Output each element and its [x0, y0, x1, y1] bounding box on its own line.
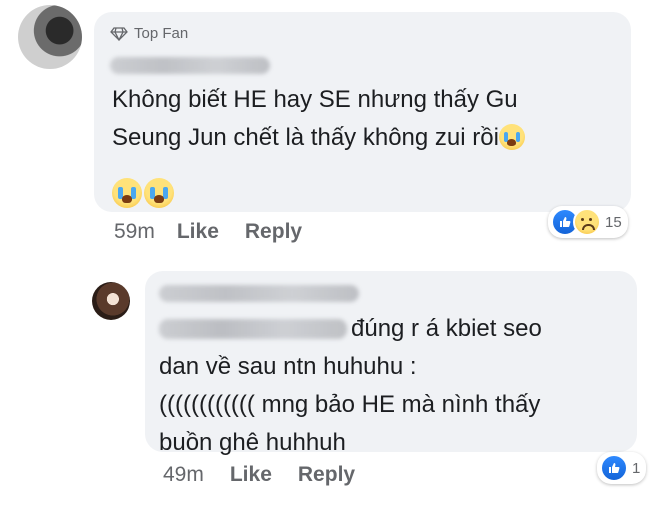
like-button[interactable]: Like [230, 463, 272, 487]
comment-text: Không biết HE hay SE nhưng thấy Gu Seung… [112, 81, 627, 157]
like-button[interactable]: Like [177, 220, 219, 244]
reply-text-line2: dan về sau ntn huhuhu : [159, 353, 417, 380]
replier-avatar[interactable] [92, 282, 130, 320]
reply-text-line4: buồn ghê huhhuh [159, 429, 346, 456]
commenter-avatar[interactable] [18, 5, 82, 69]
badge-label: Top Fan [134, 25, 189, 42]
loudly-crying-face-icon [498, 124, 525, 150]
comment-reactions[interactable]: 15 [548, 206, 628, 238]
loudly-crying-face-icon [144, 178, 174, 208]
reply-bubble: đúng r á kbiet seo dan về sau ntn huhuhu… [145, 271, 637, 456]
comment-text-line2: Seung Jun chết là thấy không zui rồi [112, 124, 499, 151]
reply-text: đúng r á kbiet seo dan về sau ntn huhuhu… [159, 310, 629, 462]
reply-button[interactable]: Reply [298, 463, 355, 487]
emoji-row [112, 178, 174, 208]
reply-reactions[interactable]: 1 [597, 452, 647, 484]
comment-text-line1: Không biết HE hay SE nhưng thấy Gu [112, 86, 518, 113]
comment-timestamp[interactable]: 59m [114, 220, 155, 244]
reaction-count: 1 [632, 459, 641, 477]
diamond-icon [110, 26, 128, 41]
commenter-name-redacted[interactable] [110, 57, 270, 74]
loudly-crying-face-icon [112, 178, 142, 208]
comment-bubble: Top Fan Không biết HE hay SE nhưng thấy … [94, 12, 631, 212]
reaction-count: 15 [605, 213, 622, 231]
reply-meta: 49m Like Reply [163, 463, 355, 487]
reply-button[interactable]: Reply [245, 220, 302, 244]
comment-meta: 59m Like Reply [114, 220, 302, 244]
top-fan-badge: Top Fan [110, 25, 188, 42]
reply-timestamp[interactable]: 49m [163, 463, 204, 487]
like-icon [600, 454, 628, 482]
replier-name-redacted[interactable] [159, 285, 359, 302]
reply-text-line3: (((((((((((( mng bảo HE mà nình thấy [159, 391, 541, 418]
tagged-user-redacted[interactable] [159, 319, 347, 339]
sad-icon [573, 208, 601, 236]
reply-text-part1: đúng r á kbiet seo [351, 315, 542, 342]
